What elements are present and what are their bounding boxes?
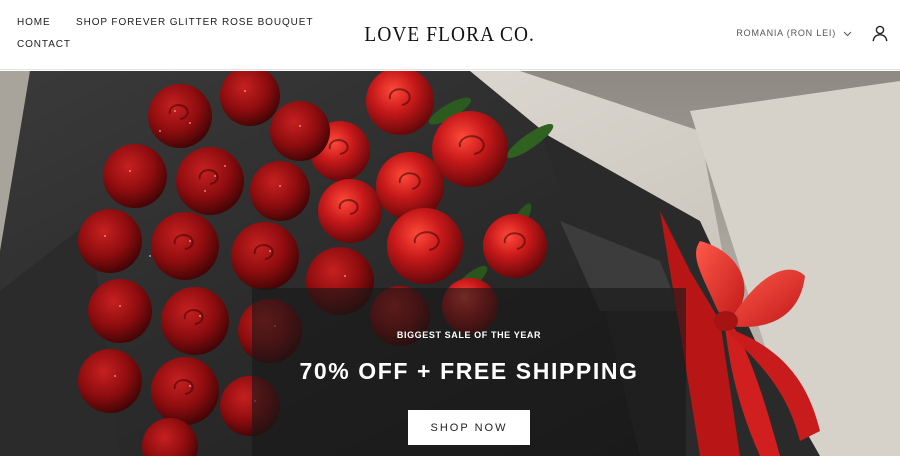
hero-banner: BIGGEST SALE OF THE YEAR 70% OFF + FREE … [0, 71, 900, 456]
shop-now-button[interactable]: SHOP NOW [408, 410, 530, 445]
logo-text: LOVE FLORA CO. [364, 22, 536, 46]
country-selector-label: ROMANIA (RON LEI) [736, 28, 836, 38]
hero-eyebrow: BIGGEST SALE OF THE YEAR [396, 330, 542, 340]
chevron-down-icon [843, 31, 852, 36]
user-icon[interactable] [872, 25, 888, 42]
country-selector[interactable]: ROMANIA (RON LEI) [736, 28, 852, 39]
site-header: HOME SHOP FOREVER GLITTER ROSE BOUQUET C… [0, 0, 900, 70]
hero-headline: 70% OFF + FREE SHIPPING [299, 358, 639, 384]
